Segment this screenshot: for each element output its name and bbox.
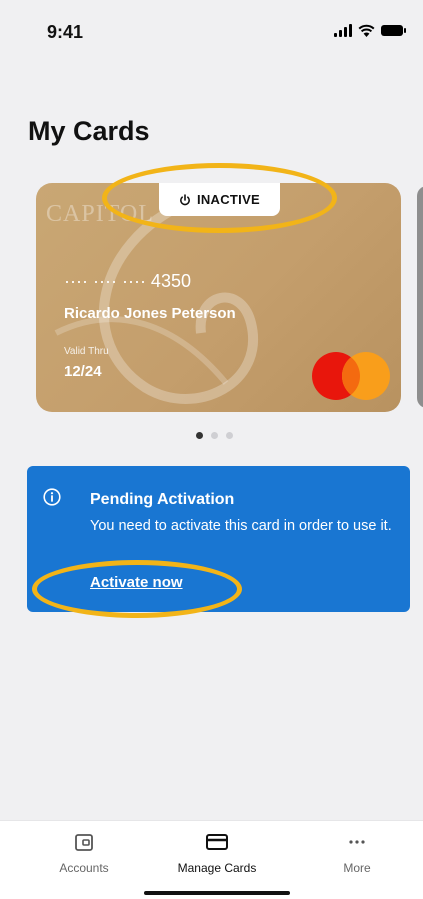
page-dot-2[interactable] xyxy=(211,432,218,439)
status-badge: INACTIVE xyxy=(159,183,280,216)
next-card-peek[interactable] xyxy=(417,186,423,408)
page-title: My Cards xyxy=(28,116,150,146)
tab-label-accounts: Accounts xyxy=(59,861,109,875)
card-expiry: 12/24 xyxy=(64,363,102,380)
card-icon xyxy=(206,834,228,850)
signal-icon xyxy=(334,24,352,37)
tab-accounts[interactable]: Accounts xyxy=(29,831,139,875)
banner-message: You need to activate this card in order … xyxy=(90,518,392,534)
card-number: ···· ···· ···· 4350 xyxy=(64,271,191,291)
status-bar: 9:41 xyxy=(0,0,423,60)
power-icon xyxy=(179,193,190,205)
banner-title: Pending Activation xyxy=(90,491,235,508)
tab-more[interactable]: More xyxy=(302,831,412,875)
wifi-icon xyxy=(358,24,375,37)
page-dot-3[interactable] xyxy=(226,432,233,439)
pending-activation-banner: Pending Activation You need to activate … xyxy=(27,466,410,612)
card[interactable]: CAPITOL ···· ···· ···· 4350 Ricardo Jone… xyxy=(36,183,401,412)
tab-manage-cards[interactable]: Manage Cards xyxy=(162,831,272,875)
more-icon xyxy=(349,840,365,844)
activate-now-link[interactable]: Activate now xyxy=(90,574,183,591)
card-brand: CAPITOL xyxy=(46,201,154,227)
battery-icon xyxy=(381,25,406,36)
status-badge-label: INACTIVE xyxy=(196,192,261,207)
mastercard-logo xyxy=(312,352,392,400)
page-indicator[interactable] xyxy=(196,432,233,439)
status-time: 9:41 xyxy=(47,22,84,42)
tab-bar: Accounts Manage Cards More xyxy=(0,820,423,899)
status-icons xyxy=(334,24,406,37)
tab-label-more: More xyxy=(343,861,371,875)
info-icon xyxy=(43,488,61,506)
tab-label-manage-cards: Manage Cards xyxy=(177,861,257,875)
wallet-icon xyxy=(75,834,93,851)
card-valid-label: Valid Thru xyxy=(64,346,109,357)
page-dot-1[interactable] xyxy=(196,432,203,439)
home-indicator[interactable] xyxy=(144,891,290,895)
card-holder-name: Ricardo Jones Peterson xyxy=(64,305,236,322)
